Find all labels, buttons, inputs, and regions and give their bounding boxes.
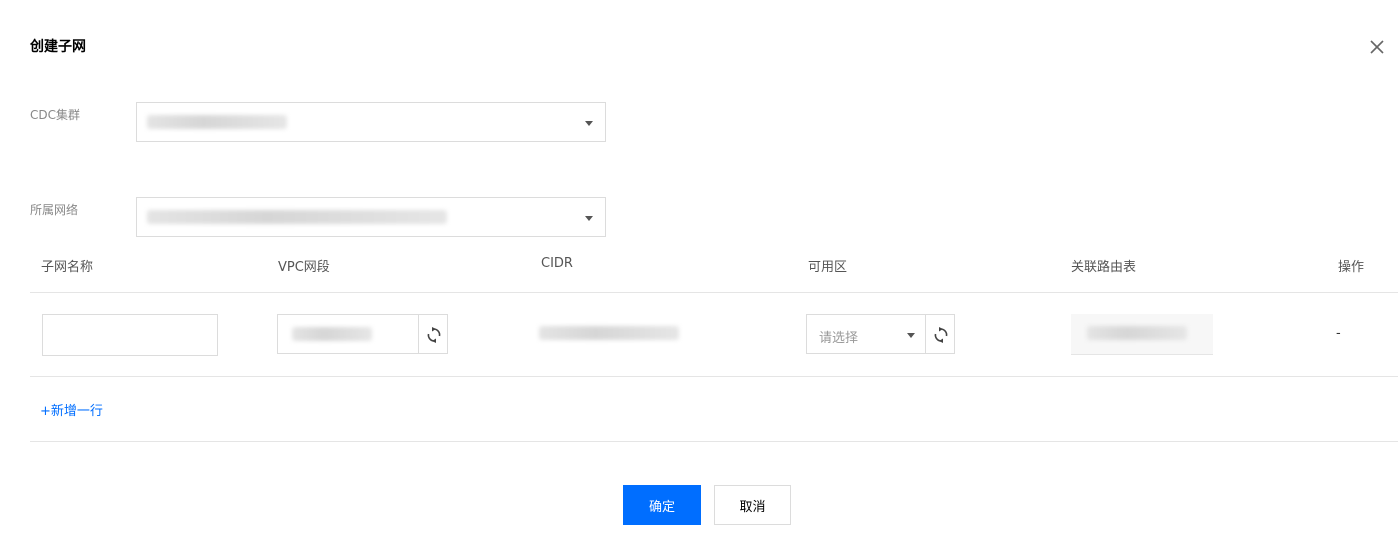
dialog-title: 创建子网 (30, 39, 86, 55)
cdc-cluster-select[interactable] (136, 102, 606, 142)
chevron-down-icon (907, 333, 915, 338)
vpc-select[interactable] (136, 197, 606, 237)
col-cidr: CIDR (541, 256, 573, 271)
confirm-button[interactable]: 确定 (623, 485, 701, 525)
table-bottom-divider (30, 441, 1398, 442)
route-table-value-redacted (1087, 326, 1187, 340)
route-table-select[interactable] (1071, 314, 1213, 355)
col-subnet-name: 子网名称 (41, 260, 94, 275)
table-header-divider (30, 292, 1398, 293)
col-action: 操作 (1338, 260, 1365, 275)
vpc-value-redacted (147, 210, 447, 224)
zone-placeholder: 请选择 (819, 331, 859, 346)
cdc-cluster-value-redacted (147, 115, 287, 129)
refresh-icon (934, 327, 948, 343)
cidr-field[interactable] (533, 314, 703, 354)
add-row-link[interactable]: +新增一行 (40, 400, 103, 419)
vpc-cidr-value-redacted (292, 327, 372, 341)
col-vpc-cidr: VPC网段 (278, 260, 330, 275)
vpc-cidr-refresh-button[interactable] (418, 314, 448, 354)
create-subnet-dialog: 创建子网 CDC集群 所属网络 子网名称 VPC网段 CIDR 可用区 关联路由… (0, 0, 1399, 545)
col-zone: 可用区 (808, 260, 848, 275)
subnet-name-input[interactable] (42, 314, 218, 356)
table-row-divider (30, 376, 1398, 377)
chevron-down-icon (585, 216, 593, 221)
vpc-label: 所属网络 (30, 203, 79, 217)
refresh-icon (427, 327, 441, 343)
zone-refresh-button[interactable] (925, 314, 955, 354)
zone-select[interactable]: 请选择 (806, 314, 926, 354)
cidr-value-redacted (539, 326, 679, 340)
close-icon[interactable] (1366, 36, 1388, 58)
chevron-down-icon (585, 121, 593, 126)
cancel-button[interactable]: 取消 (714, 485, 791, 525)
cdc-cluster-label: CDC集群 (30, 108, 80, 122)
vpc-cidr-field[interactable] (277, 314, 419, 354)
col-route-table: 关联路由表 (1071, 260, 1137, 275)
action-cell: - (1336, 326, 1341, 341)
